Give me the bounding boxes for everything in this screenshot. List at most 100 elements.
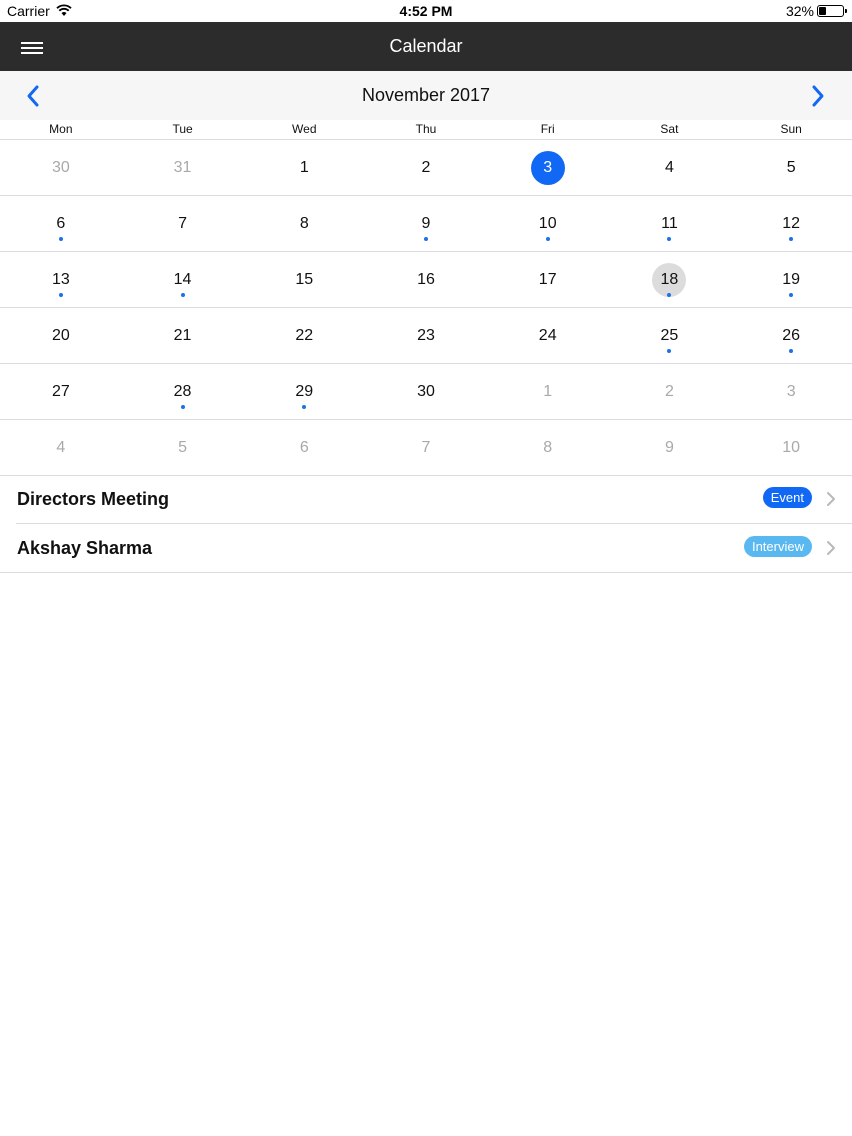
day-number: 2 bbox=[421, 159, 431, 176]
day-number: 2 bbox=[664, 383, 674, 400]
day-cell[interactable]: 10 bbox=[487, 196, 609, 251]
day-cell[interactable]: 16 bbox=[365, 252, 487, 307]
day-number: 7 bbox=[421, 439, 431, 456]
event-indicator-dot bbox=[58, 293, 63, 297]
day-cell[interactable]: 15 bbox=[243, 252, 365, 307]
day-cell[interactable]: 24 bbox=[487, 308, 609, 363]
day-cell[interactable]: 4 bbox=[0, 420, 122, 475]
day-number: 7 bbox=[178, 215, 188, 232]
day-cell[interactable]: 17 bbox=[487, 252, 609, 307]
month-title: November 2017 bbox=[361, 85, 491, 105]
month-navigation: November 2017 bbox=[0, 71, 852, 120]
day-cell[interactable]: 7 bbox=[365, 420, 487, 475]
calendar-week-row: 6 7 8 9 10 11 12 bbox=[0, 196, 852, 252]
day-cell[interactable]: 30 bbox=[365, 364, 487, 419]
selected-day-cell[interactable]: 3 bbox=[487, 140, 609, 195]
day-cell[interactable]: 3 bbox=[730, 364, 852, 419]
day-cell[interactable]: 14 bbox=[122, 252, 244, 307]
calendar-week-row: 30 31 1 2 3 4 5 bbox=[0, 140, 852, 196]
day-cell[interactable]: 5 bbox=[730, 140, 852, 195]
chevron-left-icon[interactable] bbox=[22, 83, 46, 109]
day-cell[interactable]: 25 bbox=[609, 308, 731, 363]
day-number: 10 bbox=[782, 439, 801, 456]
day-cell[interactable]: 11 bbox=[609, 196, 731, 251]
day-cell[interactable]: 1 bbox=[243, 140, 365, 195]
day-cell[interactable]: 6 bbox=[243, 420, 365, 475]
day-cell[interactable]: 13 bbox=[0, 252, 122, 307]
day-number: 4 bbox=[56, 439, 66, 456]
calendar-grid: 30 31 1 2 3 4 5 6 7 8 9 10 11 12 13 14 15 16 17 18 19 20 21 22 2… bbox=[0, 140, 852, 476]
day-cell[interactable]: 23 bbox=[365, 308, 487, 363]
calendar-week-row: 20 21 22 23 24 25 26 bbox=[0, 308, 852, 364]
day-cell[interactable]: 28 bbox=[122, 364, 244, 419]
day-cell[interactable]: 31 bbox=[122, 140, 244, 195]
day-number: 6 bbox=[299, 439, 309, 456]
weekday-label: Fri bbox=[540, 122, 555, 136]
day-cell[interactable]: 10 bbox=[730, 420, 852, 475]
weekday-label: Wed bbox=[292, 122, 317, 136]
event-title: Akshay Sharma bbox=[17, 538, 153, 558]
day-cell[interactable]: 26 bbox=[730, 308, 852, 363]
day-cell[interactable]: 9 bbox=[365, 196, 487, 251]
day-number: 5 bbox=[786, 159, 796, 176]
day-cell[interactable]: 6 bbox=[0, 196, 122, 251]
page-title: Calendar bbox=[389, 36, 463, 56]
day-number: 19 bbox=[782, 271, 801, 288]
day-cell[interactable]: 8 bbox=[243, 196, 365, 251]
event-type-badge: Interview bbox=[743, 536, 812, 557]
day-number: 31 bbox=[173, 159, 192, 176]
day-number: 18 bbox=[652, 263, 687, 297]
day-cell[interactable]: 30 bbox=[0, 140, 122, 195]
disclosure-chevron-icon bbox=[827, 541, 835, 555]
day-number: 10 bbox=[538, 215, 557, 232]
event-type-badge: Event bbox=[762, 487, 812, 508]
day-number: 30 bbox=[51, 159, 70, 176]
weekday-label: Thu bbox=[415, 122, 437, 136]
status-time: 4:52 PM bbox=[399, 3, 453, 19]
day-cell[interactable]: 29 bbox=[243, 364, 365, 419]
weekday-label: Mon bbox=[49, 122, 73, 136]
day-number: 8 bbox=[299, 215, 309, 232]
battery-percent: 32% bbox=[785, 3, 814, 19]
day-cell[interactable]: 19 bbox=[730, 252, 852, 307]
calendar-week-row: 27 28 29 30 1 2 3 bbox=[0, 364, 852, 420]
battery-fill bbox=[819, 7, 827, 15]
day-cell[interactable]: 5 bbox=[122, 420, 244, 475]
day-cell[interactable]: 1 bbox=[487, 364, 609, 419]
calendar-week-row: 4 5 6 7 8 9 10 bbox=[0, 420, 852, 476]
day-cell[interactable]: 7 bbox=[122, 196, 244, 251]
hamburger-menu-icon[interactable] bbox=[21, 38, 45, 56]
day-cell[interactable]: 4 bbox=[609, 140, 731, 195]
weekday-label: Tue bbox=[172, 122, 193, 136]
day-number: 23 bbox=[417, 327, 435, 344]
chevron-right-icon[interactable] bbox=[807, 83, 831, 109]
event-row[interactable]: Directors Meeting Event bbox=[16, 475, 852, 524]
event-row[interactable]: Akshay Sharma Interview bbox=[0, 524, 852, 573]
day-cell[interactable]: 12 bbox=[730, 196, 852, 251]
day-number: 4 bbox=[664, 159, 674, 176]
day-cell[interactable]: 22 bbox=[243, 308, 365, 363]
day-number: 26 bbox=[782, 327, 801, 344]
day-number: 17 bbox=[538, 271, 557, 288]
weekday-header-row: Mon Tue Wed Thu Fri Sat Sun bbox=[0, 120, 852, 140]
day-cell[interactable]: 2 bbox=[609, 364, 731, 419]
day-cell[interactable]: 20 bbox=[0, 308, 122, 363]
navigation-bar: Calendar bbox=[0, 22, 852, 71]
day-cell[interactable]: 21 bbox=[122, 308, 244, 363]
day-number: 1 bbox=[299, 159, 309, 176]
day-number: 11 bbox=[661, 215, 678, 232]
day-cell[interactable]: 18 bbox=[609, 252, 731, 307]
day-cell[interactable]: 9 bbox=[609, 420, 731, 475]
event-indicator-dot bbox=[545, 237, 550, 241]
day-number: 29 bbox=[295, 383, 314, 400]
day-cell[interactable]: 2 bbox=[365, 140, 487, 195]
day-number: 28 bbox=[173, 383, 192, 400]
day-number: 9 bbox=[421, 215, 431, 232]
day-number: 9 bbox=[664, 439, 674, 456]
day-number: 5 bbox=[178, 439, 188, 456]
day-number: 21 bbox=[173, 327, 192, 344]
day-cell[interactable]: 8 bbox=[487, 420, 609, 475]
day-cell[interactable]: 27 bbox=[0, 364, 122, 419]
day-number: 12 bbox=[782, 215, 801, 232]
weekday-label: Sat bbox=[660, 122, 679, 136]
